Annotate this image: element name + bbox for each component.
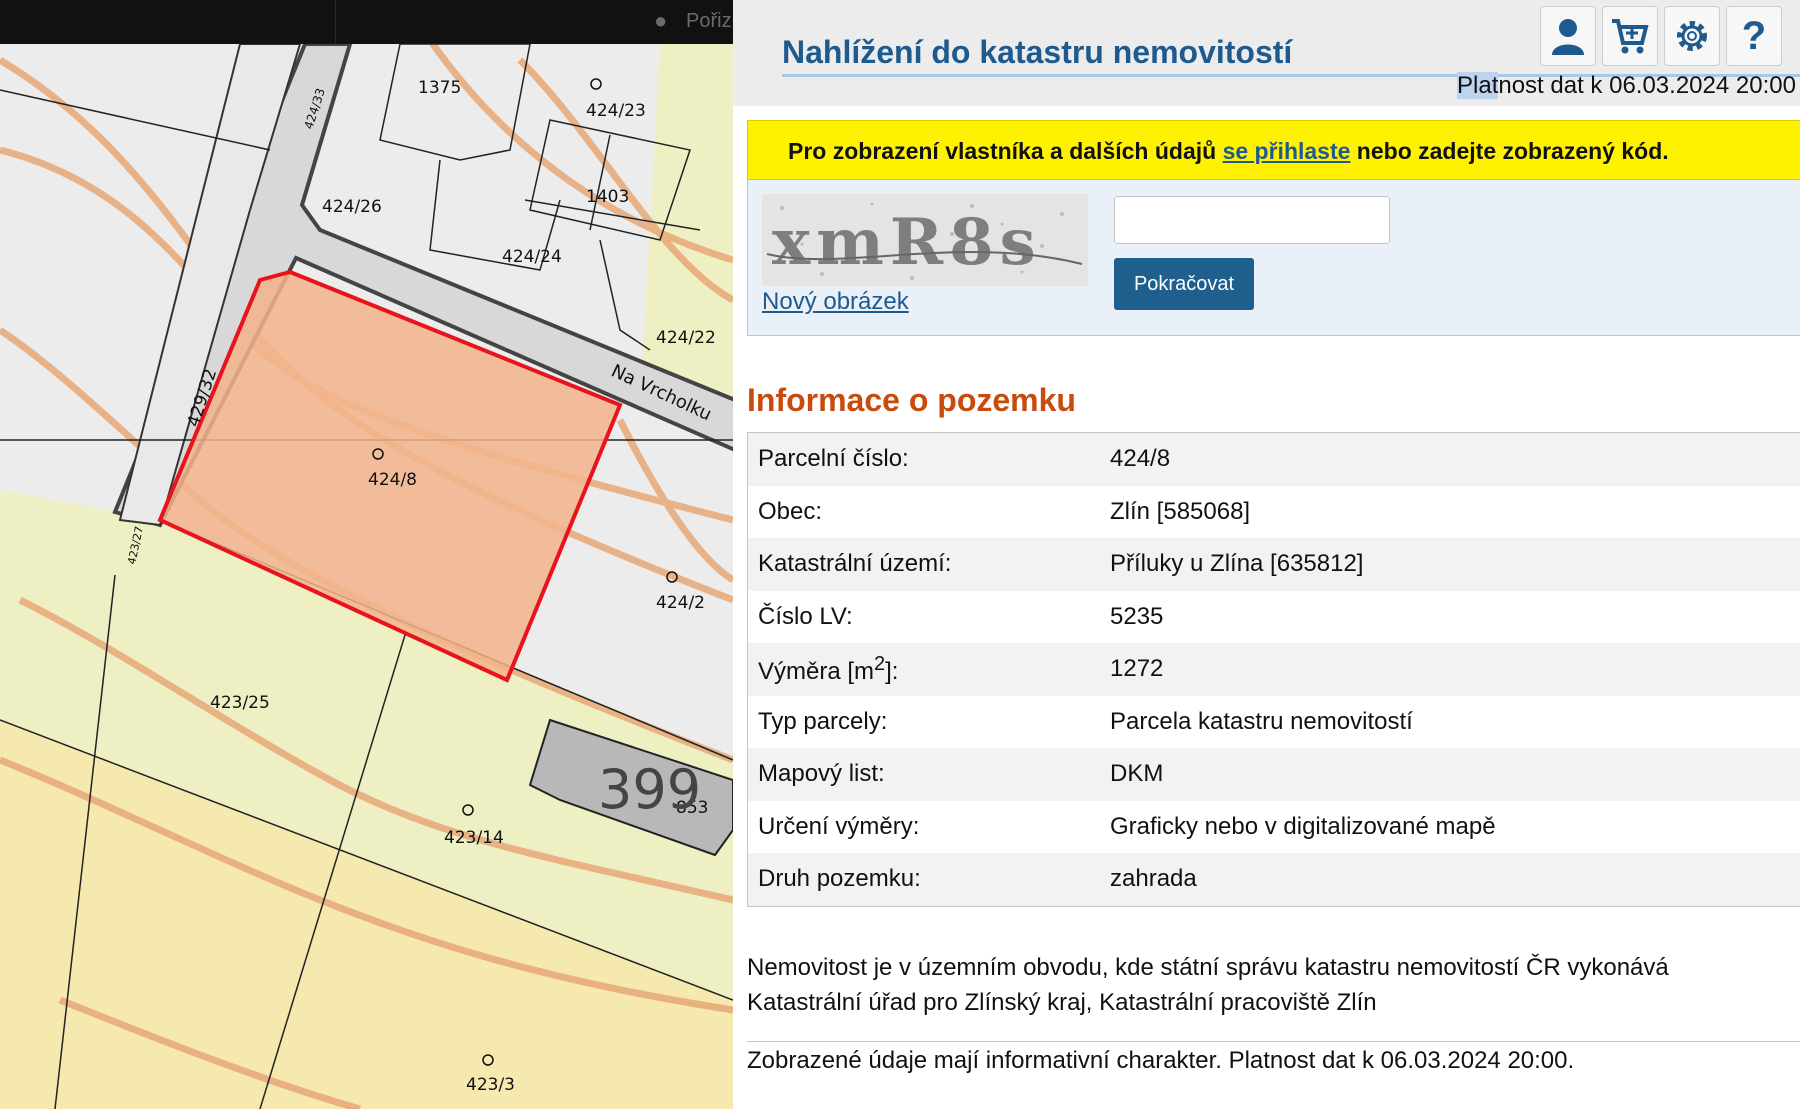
selected-text: Plat (1457, 72, 1499, 99)
disclaimer-text: Zobrazené údaje mají informativní charak… (747, 1047, 1575, 1074)
row-label: Mapový list: (758, 760, 885, 788)
row-label: Katastrální území: (758, 550, 952, 578)
row-value: 5235 (1110, 602, 1164, 630)
login-link[interactable]: se přihlaste (1223, 138, 1351, 164)
row-label: Typ parcely: (758, 707, 888, 735)
parcel-label: 1375 (418, 78, 461, 98)
row-label: Obec: (758, 497, 823, 525)
captcha-image: xmR8s (762, 194, 1088, 286)
validity-text: nost dat k 06.03.2024 20:00 (1498, 72, 1796, 99)
table-row: Druh pozemku: zahrada (748, 853, 1800, 906)
row-label-superscript: 2 (874, 652, 886, 675)
row-value: DKM (1110, 760, 1164, 788)
jurisdiction-line: Katastrální úřad pro Zlínský kraj, Katas… (747, 989, 1377, 1016)
parcel-label: 423/14 (444, 828, 504, 848)
notice-text: nebo zadejte zobrazený kód. (1350, 138, 1669, 164)
table-row: Katastrální území: Příluky u Zlína [63581… (748, 538, 1800, 591)
cart-button[interactable] (1602, 6, 1658, 66)
divider (747, 1041, 1800, 1042)
row-label: Druh pozemku: (758, 865, 921, 893)
user-button[interactable] (1540, 6, 1596, 66)
login-notice: Pro zobrazení vlastníka a dalších údajů … (747, 120, 1800, 180)
parcel-label: 1403 (586, 187, 629, 207)
settings-button[interactable] (1664, 6, 1720, 66)
row-label: Parcelní číslo: (758, 445, 909, 473)
data-validity: Platnost dat k 06.03.2024 20:00 (1457, 72, 1796, 100)
parcel-label: 424/26 (322, 197, 382, 217)
parcel-info-table: Parcelní číslo: 424/8 Obec: Zlín [585068] … (747, 432, 1800, 907)
parcel-info-panel: Nahlížení do katastru nemovitostí ? Plat… (733, 0, 1800, 1109)
parcel-label: 424/2 (656, 593, 705, 613)
apple-icon: ● (654, 8, 668, 33)
parcel-label: 424/24 (502, 247, 562, 267)
divider (335, 0, 336, 44)
help-button[interactable]: ? (1726, 6, 1782, 66)
new-captcha-link[interactable]: Nový obrázek (762, 288, 909, 316)
table-row: Mapový list: DKM (748, 748, 1800, 801)
table-row: Parcelní číslo: 424/8 (748, 433, 1800, 486)
row-value: Zlín [585068] (1110, 497, 1251, 525)
help-icon: ? (1741, 13, 1767, 58)
captcha-text: xmR8s (772, 205, 1042, 280)
notice-text: Pro zobrazení vlastníka a dalších údajů (788, 138, 1223, 164)
row-value: Příluky u Zlína [635812] (1110, 550, 1364, 578)
section-title: Informace o pozemku (747, 382, 1076, 418)
row-value: zahrada (1110, 865, 1197, 893)
captcha-box: xmR8s Nový obrázek Pokračovat (747, 180, 1800, 336)
row-value: 424/8 (1110, 445, 1171, 473)
row-label-tail: ]: (885, 657, 899, 685)
row-value: Graficky nebo v digitalizované mapě (1110, 812, 1496, 840)
table-row: Obec: Zlín [585068] (748, 485, 1800, 538)
parcel-label: 424/22 (656, 328, 716, 348)
continue-button[interactable]: Pokračovat (1114, 258, 1254, 310)
app-title[interactable]: Nahlížení do katastru nemovitostí (782, 34, 1292, 71)
os-menu-bar: ● Pořiz (0, 0, 733, 44)
user-icon (1552, 19, 1584, 55)
parcel-label: 423/25 (210, 693, 270, 713)
parcel-label: 423/3 (466, 1075, 515, 1095)
table-row: Typ parcely: Parcela katastru nemovitostí (748, 695, 1800, 748)
gear-icon (1677, 21, 1707, 51)
row-label: Číslo LV: (758, 602, 853, 630)
row-value: 1272 (1110, 655, 1164, 683)
row-value: Parcela katastru nemovitostí (1110, 707, 1413, 735)
cadastral-map[interactable]: 1375 424/23 424/33 424/26 1403 424/24 42… (0, 0, 733, 1109)
captcha-code-input[interactable] (1114, 196, 1390, 244)
row-label-text: Výměra [m (758, 657, 875, 685)
house-number: 399 (598, 758, 701, 821)
table-row: Číslo LV: 5235 (748, 590, 1800, 643)
row-label: Určení výměry: (758, 812, 920, 840)
cart-icon (1612, 19, 1649, 54)
parcel-label: 424/8 (368, 470, 417, 490)
table-row: Výměra [m2]: 1272 (748, 643, 1800, 696)
jurisdiction-note: Nemovitost je v územním obvodu, kde stát… (747, 950, 1787, 1020)
app-header: Nahlížení do katastru nemovitostí ? Plat… (733, 0, 1800, 106)
jurisdiction-line: Nemovitost je v územním obvodu, kde stát… (747, 954, 1669, 981)
parcel-label: 424/23 (586, 101, 646, 121)
table-row: Určení výměry: Graficky nebo v digitalizo… (748, 800, 1800, 853)
window-title: Pořiz (686, 10, 732, 32)
row-label: Výměra [m2]: (748, 653, 1110, 686)
